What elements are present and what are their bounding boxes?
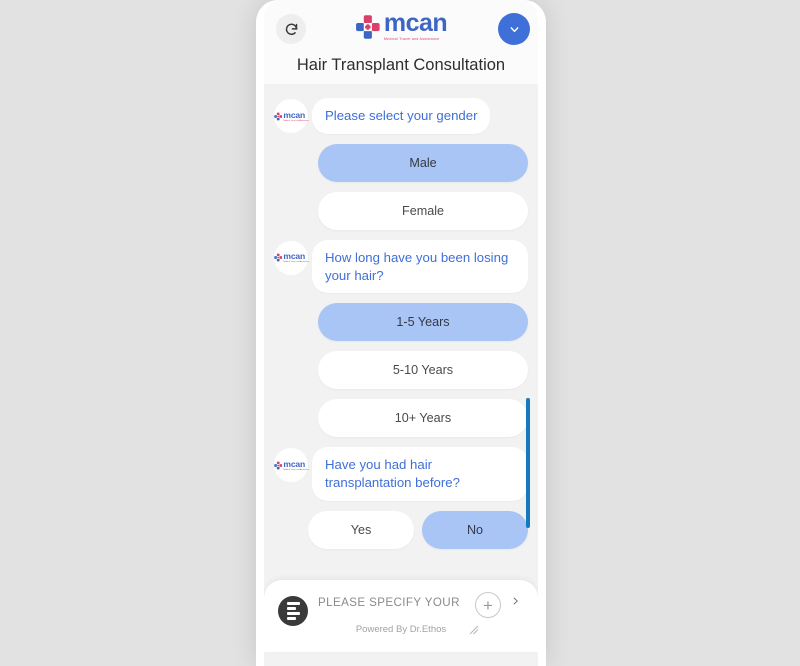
chat-scroll-area[interactable]: mcan Medical Travel and Assistance Please … xyxy=(264,84,538,580)
refresh-icon xyxy=(285,23,297,35)
option-button-yes[interactable]: Yes xyxy=(308,511,414,550)
option-button-10-years[interactable]: 10+ Years xyxy=(318,399,528,438)
list-menu-icon-line xyxy=(286,602,300,605)
bot-message-bubble: Please select your gender xyxy=(312,98,491,134)
composer-area: + Powered By Dr.Ethos xyxy=(264,580,538,666)
option-button-no[interactable]: No xyxy=(422,511,528,550)
powered-by-label: Powered By Dr.Ethos xyxy=(355,624,447,635)
list-menu-icon-line xyxy=(286,612,300,615)
option-button-male[interactable]: Male xyxy=(318,143,528,182)
mcan-avatar-icon: mcan Medical Travel and Assistance xyxy=(273,252,309,263)
attach-button[interactable]: + xyxy=(475,592,501,618)
page-title: Hair Transplant Consultation xyxy=(296,56,506,74)
option-group-duration: 1-5 Years 5-10 Years 10+ Years xyxy=(264,303,538,438)
medical-cross-icon xyxy=(273,112,282,120)
chat-widget: mcan Medical Travel and Assistance Hair … xyxy=(256,0,546,666)
refresh-button[interactable] xyxy=(276,14,306,44)
medical-cross-icon xyxy=(273,461,282,470)
collapse-button[interactable] xyxy=(498,13,530,45)
list-menu-icon-line xyxy=(286,617,296,620)
option-button-5-10-years[interactable]: 5-10 Years xyxy=(318,351,528,390)
bot-avatar: mcan Medical Travel and Assistance xyxy=(273,240,309,275)
chat-widget-inner: mcan Medical Travel and Assistance Hair … xyxy=(264,0,538,666)
brand-tagline: Medical Travel and Assistance xyxy=(383,36,440,41)
widget-header: mcan Medical Travel and Assistance Hair … xyxy=(264,0,538,84)
mcan-avatar-icon: mcan Medical Travel and Assistance xyxy=(273,110,309,121)
mcan-avatar-icon: mcan Medical Travel and Assistance xyxy=(273,460,309,471)
chat-message-row: mcan Medical Travel and Assistance How lon… xyxy=(264,239,538,294)
medical-cross-icon xyxy=(356,14,380,39)
message-input[interactable] xyxy=(318,596,460,609)
send-button[interactable] xyxy=(511,594,520,611)
composer: + Powered By Dr.Ethos xyxy=(264,580,538,652)
option-group-previous-transplant: Yes No xyxy=(308,511,538,550)
bot-avatar: mcan Medical Travel and Assistance xyxy=(273,448,309,483)
chat-message-row: mcan Medical Travel and Assistance Please … xyxy=(264,98,538,134)
resize-handle-icon[interactable] xyxy=(468,624,480,636)
medical-cross-icon xyxy=(273,253,282,262)
bot-avatar: mcan Medical Travel and Assistance xyxy=(273,99,309,133)
scrollbar-thumb[interactable] xyxy=(526,398,530,528)
list-menu-button[interactable] xyxy=(278,596,308,626)
brand-logo: mcan Medical Travel and Assistance xyxy=(355,9,448,41)
chevron-right-icon xyxy=(513,597,518,605)
chevron-down-icon xyxy=(510,26,518,32)
plus-circle-icon: + xyxy=(483,595,493,615)
option-button-female[interactable]: Female xyxy=(318,191,528,230)
bot-message-bubble: Have you had hair transplantation before… xyxy=(312,447,528,502)
conversation-list: mcan Medical Travel and Assistance Please … xyxy=(264,98,538,550)
bot-message-bubble: How long have you been losing your hair? xyxy=(312,239,528,294)
option-button-1-5-years[interactable]: 1-5 Years xyxy=(318,303,528,342)
brand-name: mcan xyxy=(383,9,448,37)
list-menu-icon-line xyxy=(286,607,296,610)
option-group-gender: Male Female xyxy=(264,143,538,230)
chat-message-row: mcan Medical Travel and Assistance Have yo… xyxy=(264,447,538,502)
